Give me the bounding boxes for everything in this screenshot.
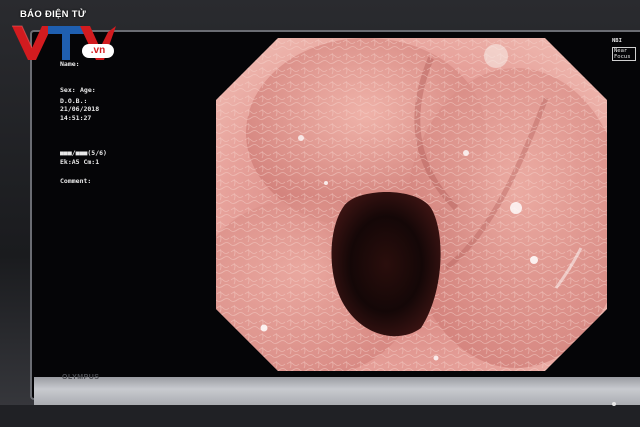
logo-domain: .vn — [82, 44, 114, 58]
endoscope-image — [216, 38, 607, 371]
comment-label: Comment: — [60, 177, 92, 185]
monitor-bottom-bezel — [34, 377, 640, 407]
power-indicator-icon — [612, 402, 616, 406]
patient-age-label: Age: — [80, 86, 96, 94]
patient-sex-label: Sex: — [60, 86, 76, 94]
focus-indicator: Near Focus — [612, 47, 636, 61]
focus-line-2: Focus — [614, 54, 631, 60]
desk-shadow — [0, 405, 640, 427]
image-counter: ■■■/■■■(5/6) — [60, 149, 107, 157]
monitor-brand: OLYMPUS — [62, 374, 100, 381]
enhancement-settings: Ek:A5 Cm:1 — [60, 158, 100, 166]
imaging-mode: NBI Near Focus — [612, 38, 636, 61]
exam-date: 21/06/2018 — [60, 105, 100, 113]
exam-time: 14:51:27 — [60, 114, 92, 122]
endoscope-view — [216, 38, 607, 371]
light-mode-label: NBI — [612, 38, 622, 44]
